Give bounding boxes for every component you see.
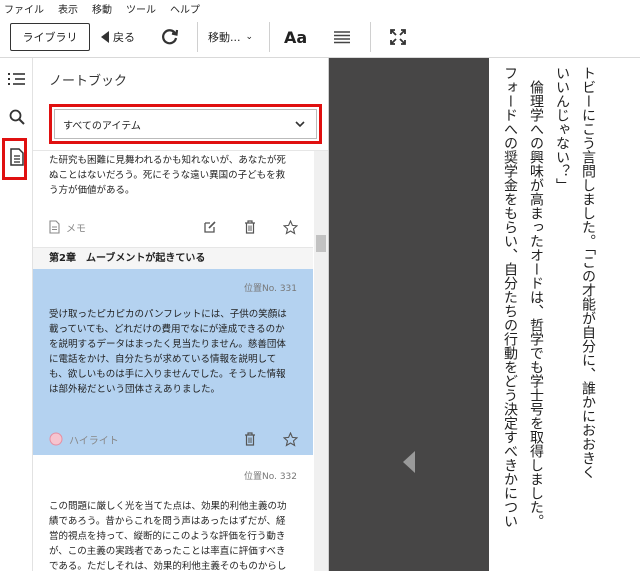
toc-button[interactable]	[6, 68, 28, 90]
note-type-label: メモ	[66, 223, 86, 235]
chapter-heading: 第2章 ムーブメントが起きている	[33, 247, 313, 269]
toolbar-divider	[269, 22, 270, 52]
location-label: 位置No. 331	[244, 284, 297, 294]
notebook-list[interactable]: た研究も困難に見舞われるかも知れないが、あなたが死ぬことはないだろう。死にそうな…	[33, 151, 328, 571]
menu-tools[interactable]: ツール	[126, 1, 156, 16]
page-text-column: 倫理学への興味が高まったオードは、哲学でも学士号を取得しました。	[528, 66, 544, 528]
scrollbar-thumb[interactable]	[316, 235, 326, 252]
page-text-column: フォードへの奨学金をもらい、自分たちの行動をどう決定すべきかについ	[502, 66, 518, 528]
scrollbar[interactable]	[314, 151, 328, 571]
previous-page-icon[interactable]	[403, 451, 415, 473]
font-settings-button[interactable]: Aa	[284, 23, 307, 51]
kindle-app: ファイル 表示 移動 ツール ヘルプ ライブラリ 戻る 移動... ⌄ Aa ノ…	[0, 0, 640, 571]
star-icon[interactable]	[281, 430, 299, 448]
toolbar: ライブラリ 戻る 移動... ⌄ Aa	[0, 16, 640, 58]
book-page: フォードへの奨学金をもらい、自分たちの行動をどう決定すべきかについ 倫理学への興…	[489, 58, 640, 571]
library-button[interactable]: ライブラリ	[10, 23, 90, 51]
highlight-item[interactable]: 位置No. 332 この問題に厳しく光を当てた点は、効果的利他主義の功績であろう…	[33, 455, 313, 571]
notebook-panel: ノートブック すべてのアイテム た研究も困難に見舞われるかも知れないが、あなたが…	[33, 58, 329, 571]
search-button[interactable]	[6, 106, 28, 128]
star-icon[interactable]	[281, 218, 299, 236]
menu-file[interactable]: ファイル	[4, 1, 44, 16]
chevron-down-icon: ⌄	[245, 32, 254, 42]
fullscreen-button[interactable]	[388, 27, 408, 47]
back-button[interactable]: 戻る	[101, 23, 135, 51]
filter-dropdown[interactable]: すべてのアイテム	[54, 109, 317, 139]
font-label: Aa	[284, 27, 308, 47]
highlight-color-icon	[49, 432, 63, 446]
highlight-text: 受け取ったピカピカのパンフレットには、子供の笑顔は載っていても、どれだけの費用で…	[49, 309, 287, 395]
delete-icon[interactable]	[241, 430, 259, 448]
goto-label: 移動...	[208, 31, 241, 44]
page-text-column: トビーにこう言問しました。「この才能が自分に、誰かにおおきく	[580, 66, 596, 479]
menu-help[interactable]: ヘルプ	[170, 1, 200, 16]
notebook-title: ノートブック	[49, 74, 128, 89]
sync-button[interactable]	[158, 25, 182, 49]
notebook-button-highlight	[2, 138, 27, 180]
library-label: ライブラリ	[22, 31, 78, 44]
edit-icon[interactable]	[201, 218, 219, 236]
layout-button[interactable]	[332, 27, 352, 47]
highlight-type-label: ハイライト	[69, 435, 119, 447]
menu-bar: ファイル 表示 移動 ツール ヘルプ	[0, 0, 640, 16]
highlight-item[interactable]: 位置No. 331 受け取ったピカピカのパンフレットには、子供の笑顔は載っていて…	[33, 269, 313, 455]
note-item[interactable]: た研究も困難に見舞われるかも知れないが、あなたが死ぬことはないだろう。死にそうな…	[33, 151, 313, 247]
fullscreen-icon	[390, 29, 406, 45]
search-icon	[9, 109, 25, 125]
back-arrow-icon	[101, 31, 109, 43]
table-of-contents-icon	[8, 73, 25, 85]
side-rail	[0, 58, 33, 571]
text-layout-icon	[334, 31, 350, 44]
menu-go[interactable]: 移動	[92, 1, 112, 16]
refresh-icon	[162, 29, 179, 45]
note-text: た研究も困難に見舞われるかも知れないが、あなたが死ぬことはないだろう。死にそうな…	[49, 155, 286, 196]
filter-value: すべてのアイテム	[63, 120, 141, 132]
page-text-column: いいんじゃない？」	[554, 66, 570, 192]
menu-view[interactable]: 表示	[58, 1, 78, 16]
note-actions: メモ	[49, 217, 299, 237]
item-text: この問題に厳しく光を当てた点は、効果的利他主義の功績であろう。昔からこれを問う声…	[49, 501, 287, 571]
back-label: 戻る	[113, 31, 135, 44]
chevron-down-icon	[295, 121, 305, 128]
goto-button[interactable]: 移動... ⌄	[208, 23, 253, 51]
highlight-actions: ハイライト	[49, 429, 299, 449]
delete-icon[interactable]	[241, 218, 259, 236]
toolbar-divider	[197, 22, 198, 52]
location-label: 位置No. 332	[244, 472, 297, 482]
reader-margin	[329, 58, 489, 571]
toolbar-divider	[370, 22, 371, 52]
note-icon	[49, 220, 60, 234]
